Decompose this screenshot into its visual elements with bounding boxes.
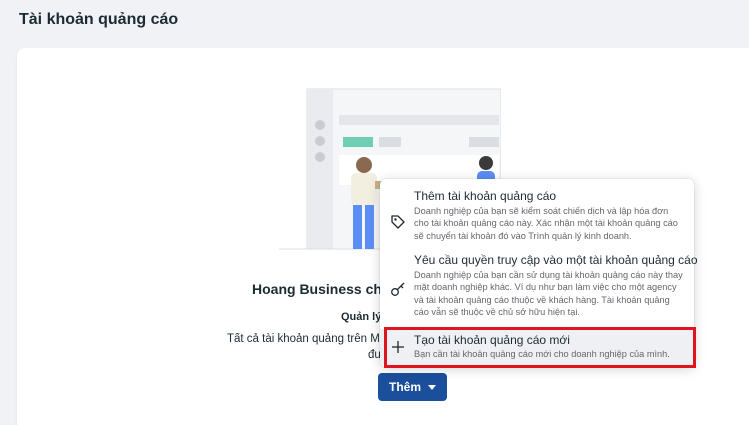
- caret-down-icon: [428, 384, 436, 390]
- add-button[interactable]: Thêm: [378, 373, 447, 401]
- manage-label: Quản lý: [341, 311, 381, 323]
- menu-item-create-ad-account[interactable]: Tạo tài khoản quảng cáo mới Bạn cần tài …: [380, 329, 694, 365]
- description-text: Tất cả tài khoản quảng trên Meta: [227, 333, 380, 345]
- page-title: Tài khoản quảng cáo: [19, 11, 179, 28]
- menu-item-add-ad-account[interactable]: Thêm tài khoản quảng cáo Doanh nghiệp củ…: [380, 187, 694, 247]
- menu-item-title: Yêu cầu quyền truy cập vào một tài khoản…: [414, 253, 698, 267]
- add-button-label: Thêm: [388, 380, 421, 394]
- business-name: Hoang Business chu: [252, 281, 382, 297]
- description-text-continued: đu: [368, 349, 380, 361]
- tag-icon: [391, 215, 405, 229]
- menu-item-description: Doanh nghiệp của bạn sẽ kiểm soát chiến …: [414, 206, 678, 241]
- add-dropdown-menu: Thêm tài khoản quảng cáo Doanh nghiệp củ…: [380, 179, 698, 367]
- menu-item-request-access[interactable]: Yêu cầu quyền truy cập vào một tài khoản…: [380, 251, 698, 325]
- key-icon: [391, 282, 405, 296]
- menu-item-title: Tạo tài khoản quảng cáo mới: [414, 333, 570, 347]
- menu-item-description: Bạn cần tài khoản quảng cáo mới cho doan…: [414, 349, 670, 359]
- menu-item-title: Thêm tài khoản quảng cáo: [414, 189, 557, 203]
- plus-icon: [392, 341, 404, 353]
- menu-item-description: Doanh nghiệp của bạn cần sử dụng tài kho…: [414, 270, 683, 317]
